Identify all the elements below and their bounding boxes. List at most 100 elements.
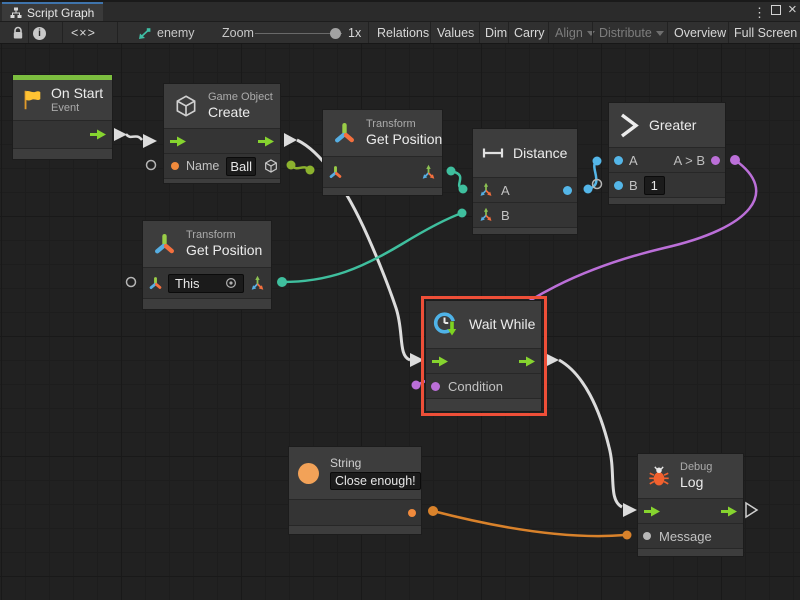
a-label: A	[501, 183, 510, 198]
node-title: On Start	[51, 85, 103, 102]
node-greater-header: Greater	[609, 103, 725, 147]
node-title: Get Position	[186, 242, 262, 259]
transform-in-port[interactable]	[328, 165, 343, 180]
gameobject-cube-icon	[173, 93, 199, 119]
node-title: Wait While	[469, 316, 535, 333]
b-port[interactable]	[614, 181, 623, 190]
node-debug-log-message-row: Message	[638, 523, 743, 548]
script-graph-window: Script Graph ⋮ × i <×> enemy Zoom 1x Rel…	[0, 0, 800, 600]
object-picker-icon[interactable]	[225, 277, 237, 289]
wire-waitwhile-to-debuglog[interactable]	[545, 353, 637, 517]
wire-create-to-getposition1[interactable]	[287, 161, 315, 175]
distance-out-port[interactable]	[563, 186, 572, 195]
port-debuglog-flow-out-unconnected[interactable]	[746, 503, 757, 517]
node-category: Transform	[366, 118, 442, 131]
node-create[interactable]: Game Object Create Name Ball	[163, 83, 281, 184]
vector3-a-port[interactable]	[478, 182, 494, 198]
wire-getposition1-to-distance-a[interactable]	[447, 167, 468, 194]
name-label: Name	[186, 159, 219, 173]
node-category: Game Object	[208, 91, 273, 104]
node-wait-while-condition-row: Condition	[426, 373, 541, 398]
vector3-b-port[interactable]	[478, 207, 494, 223]
node-greater-a-row: A A > B	[609, 147, 725, 172]
node-get-position-2-header: Transform Get Position	[143, 221, 271, 267]
message-label: Message	[659, 529, 712, 544]
node-title: Create	[208, 104, 273, 121]
node-get-position-1-header: Transform Get Position	[323, 110, 442, 156]
node-footer	[143, 298, 271, 309]
node-string[interactable]: String Close enough!	[288, 446, 422, 535]
string-icon	[298, 463, 319, 484]
vector3-out-port[interactable]	[420, 164, 437, 181]
target-value-input[interactable]: This	[168, 274, 244, 293]
a-label: A	[629, 153, 638, 168]
distance-icon	[482, 147, 504, 159]
node-category: Transform	[186, 229, 262, 242]
string-out-port[interactable]	[408, 509, 416, 517]
flow-out-port[interactable]	[518, 356, 536, 367]
node-footer	[164, 178, 280, 183]
greater-icon	[618, 112, 640, 139]
node-create-name-row: Name Ball	[164, 153, 280, 178]
node-debug-log-header: Debug Log	[638, 454, 743, 498]
flow-out-port[interactable]	[720, 506, 738, 517]
node-string-header: String Close enough!	[289, 447, 421, 499]
wait-icon	[432, 310, 462, 340]
node-debug-log-flow-row	[638, 498, 743, 523]
name-port[interactable]	[171, 162, 179, 170]
name-value-input[interactable]: Ball	[226, 157, 256, 176]
node-greater[interactable]: Greater A A > B B 1	[608, 102, 726, 205]
node-distance-header: Distance	[473, 129, 577, 177]
wire-string-to-message[interactable]	[428, 506, 632, 540]
node-create-flow-row	[164, 128, 280, 153]
node-footer	[473, 227, 577, 234]
node-subtitle: Event	[51, 102, 103, 115]
flow-out-port[interactable]	[89, 129, 107, 140]
node-get-position-1[interactable]: Transform Get Position	[322, 109, 443, 196]
transform-in-port[interactable]	[148, 276, 163, 291]
port-getposition2-target-unconnected[interactable]	[127, 278, 136, 287]
b-label: B	[501, 208, 510, 223]
b-value-input[interactable]: 1	[644, 176, 665, 195]
flow-in-port[interactable]	[169, 136, 187, 147]
condition-port[interactable]	[431, 382, 440, 391]
a-port[interactable]	[614, 156, 623, 165]
node-create-header: Game Object Create	[164, 84, 280, 128]
node-on-start-flow-row	[13, 120, 112, 148]
node-title: Get Position	[366, 131, 442, 148]
condition-label: Condition	[448, 379, 503, 394]
vector3-out-port[interactable]	[249, 275, 266, 292]
node-wait-while[interactable]: Wait While Condition	[425, 300, 542, 412]
b-label: B	[629, 178, 638, 193]
gameobject-out-port[interactable]	[263, 158, 279, 174]
node-greater-b-row: B 1	[609, 172, 725, 197]
result-port[interactable]	[711, 156, 720, 165]
node-distance[interactable]: Distance A	[472, 128, 578, 235]
bug-icon	[647, 464, 671, 488]
node-string-out-row	[289, 499, 421, 525]
node-footer	[289, 525, 421, 534]
node-footer	[323, 187, 442, 195]
node-on-start-header: On Start Event	[13, 80, 112, 120]
node-get-position-1-row	[323, 156, 442, 187]
wire-onstart-to-create[interactable]	[114, 128, 157, 148]
node-footer	[638, 548, 743, 556]
node-wait-while-header: Wait While	[426, 301, 541, 348]
node-get-position-2[interactable]: Transform Get Position This	[142, 220, 272, 310]
node-on-start[interactable]: On Start Event	[12, 74, 113, 160]
node-title: Distance	[513, 145, 567, 162]
node-footer	[13, 148, 112, 159]
flag-icon	[20, 88, 44, 112]
node-footer	[609, 197, 725, 204]
string-value-input[interactable]: Close enough!	[330, 472, 421, 490]
flow-in-port[interactable]	[431, 356, 449, 367]
flow-out-port[interactable]	[257, 136, 275, 147]
flow-in-port[interactable]	[643, 506, 661, 517]
node-distance-a-row: A	[473, 177, 577, 202]
out-label: A > B	[674, 153, 705, 168]
node-category: Debug	[680, 461, 712, 474]
port-create-name-unconnected[interactable]	[147, 161, 156, 170]
node-debug-log[interactable]: Debug Log Message	[637, 453, 744, 557]
message-port[interactable]	[643, 532, 651, 540]
transform-icon	[332, 121, 357, 146]
